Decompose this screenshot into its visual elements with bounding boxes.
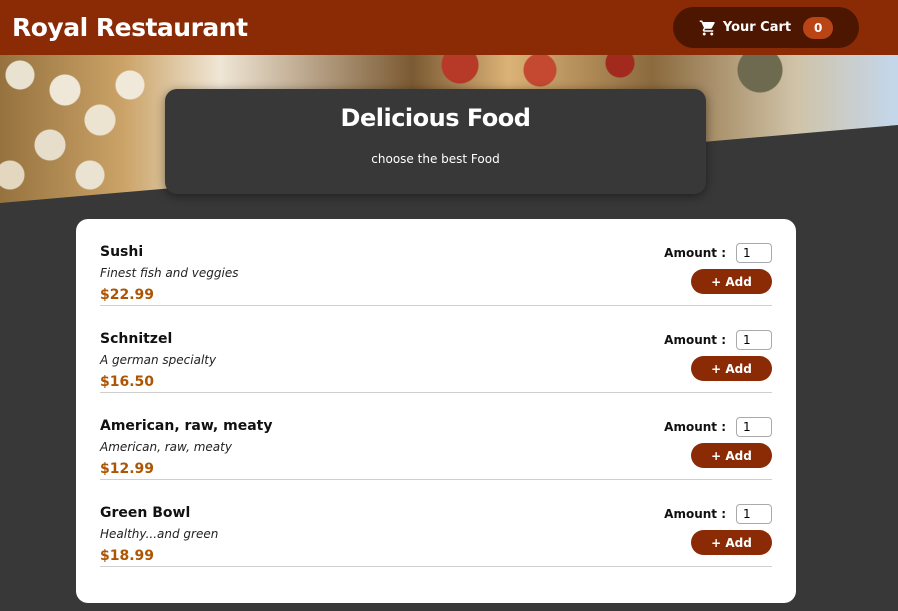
amount-row: Amount :	[664, 504, 772, 524]
meal-item-sushi: Sushi Finest fish and veggies $22.99 Amo…	[100, 219, 772, 306]
cart-label: Your Cart	[722, 20, 792, 35]
summary-card: Delicious Food choose the best Food	[165, 89, 706, 194]
amount-label: Amount :	[664, 507, 726, 521]
add-button[interactable]: + Add	[691, 356, 772, 381]
meal-price: $12.99	[100, 461, 155, 477]
amount-input[interactable]	[736, 330, 772, 350]
meal-description: Healthy...and green	[100, 527, 219, 541]
meal-description: American, raw, meaty	[100, 440, 232, 454]
meal-price: $18.99	[100, 548, 155, 564]
meal-name: Schnitzel	[100, 331, 173, 347]
amount-row: Amount :	[664, 417, 772, 437]
amount-input[interactable]	[736, 417, 772, 437]
meal-item-schnitzel: Schnitzel A german specialty $16.50 Amou…	[100, 306, 772, 393]
add-button[interactable]: + Add	[691, 443, 772, 468]
add-button[interactable]: + Add	[691, 269, 772, 294]
hero-title: Delicious Food	[340, 104, 531, 132]
amount-input[interactable]	[736, 504, 772, 524]
meal-name: American, raw, meaty	[100, 418, 273, 434]
cart-count-badge: 0	[803, 16, 834, 39]
meal-item-american: American, raw, meaty American, raw, meat…	[100, 393, 772, 480]
amount-row: Amount :	[664, 330, 772, 350]
meal-name: Sushi	[100, 244, 144, 260]
hero-subtitle: choose the best Food	[371, 152, 500, 166]
meals-list: Sushi Finest fish and veggies $22.99 Amo…	[76, 219, 796, 603]
meal-description: A german specialty	[100, 353, 217, 367]
app-header: Royal Restaurant Your Cart 0	[0, 0, 898, 55]
amount-label: Amount :	[664, 420, 726, 434]
add-button[interactable]: + Add	[691, 530, 772, 555]
meal-item-green-bowl: Green Bowl Healthy...and green $18.99 Am…	[100, 480, 772, 567]
cart-button[interactable]: Your Cart 0	[673, 7, 859, 48]
meal-price: $22.99	[100, 287, 155, 303]
meal-price: $16.50	[100, 374, 155, 390]
brand-title: Royal Restaurant	[12, 13, 248, 42]
amount-row: Amount :	[664, 243, 772, 263]
cart-icon	[699, 19, 717, 37]
amount-label: Amount :	[664, 333, 726, 347]
meal-name: Green Bowl	[100, 505, 191, 521]
amount-label: Amount :	[664, 246, 726, 260]
amount-input[interactable]	[736, 243, 772, 263]
meal-description: Finest fish and veggies	[100, 266, 239, 280]
